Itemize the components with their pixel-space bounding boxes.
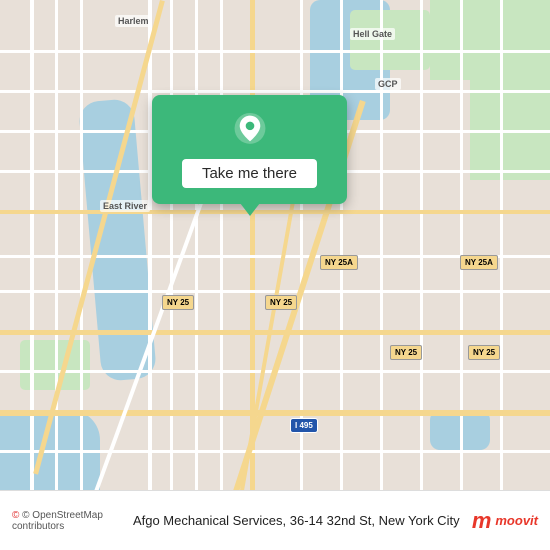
ny25-shield-4: NY 25 bbox=[468, 345, 500, 360]
take-me-there-button[interactable]: Take me there bbox=[182, 159, 317, 188]
popup-caret bbox=[240, 203, 260, 216]
street-v5 bbox=[170, 0, 173, 490]
osm-attribution: © © OpenStreetMap contributors bbox=[12, 510, 125, 532]
street-h1 bbox=[0, 50, 550, 53]
bottom-bar: © © OpenStreetMap contributors Afgo Mech… bbox=[0, 490, 550, 550]
location-popup: Take me there bbox=[152, 95, 347, 204]
street-v10 bbox=[340, 0, 343, 490]
ny25-shield-2: NY 25 bbox=[265, 295, 297, 310]
street-v1 bbox=[30, 0, 34, 490]
ny25a-shield-2: NY 25A bbox=[460, 255, 498, 270]
street-h10-major bbox=[0, 410, 550, 416]
east-river-label: East River bbox=[100, 200, 150, 212]
address-label: Afgo Mechanical Services, 36-14 32nd St,… bbox=[125, 513, 472, 528]
location-pin-icon bbox=[232, 113, 268, 149]
street-h2 bbox=[0, 90, 550, 93]
street-v7 bbox=[220, 0, 223, 490]
street-v4 bbox=[148, 0, 152, 490]
street-h8-major bbox=[0, 330, 550, 335]
harlem-label: Harlem bbox=[115, 15, 152, 27]
street-v3 bbox=[80, 0, 83, 490]
ny25-shield-1: NY 25 bbox=[162, 295, 194, 310]
i495-shield: I 495 bbox=[290, 418, 318, 433]
street-h11 bbox=[0, 450, 550, 453]
ny25a-shield-1: NY 25A bbox=[320, 255, 358, 270]
street-v13 bbox=[460, 0, 463, 490]
street-v2 bbox=[55, 0, 58, 490]
map-view: Harlem Hell Gate East River NY 25 NY 25 … bbox=[0, 0, 550, 490]
attribution-text: © OpenStreetMap contributors bbox=[12, 510, 103, 532]
moovit-logo: m moovit bbox=[472, 510, 538, 532]
park-area-1 bbox=[350, 10, 430, 70]
street-v6 bbox=[195, 0, 198, 490]
moovit-m-icon: m bbox=[472, 510, 492, 532]
street-v9 bbox=[300, 0, 303, 490]
street-v12 bbox=[420, 0, 423, 490]
street-v14 bbox=[500, 0, 503, 490]
street-h5-major bbox=[0, 210, 550, 214]
ny25-shield-3: NY 25 bbox=[390, 345, 422, 360]
gcp-label: GCP bbox=[375, 78, 401, 90]
hell-gate-label: Hell Gate bbox=[350, 28, 395, 40]
copyright-symbol: © bbox=[12, 510, 19, 521]
moovit-brand-text: moovit bbox=[495, 513, 538, 528]
street-v11 bbox=[380, 0, 383, 490]
park-area-2 bbox=[430, 0, 550, 80]
